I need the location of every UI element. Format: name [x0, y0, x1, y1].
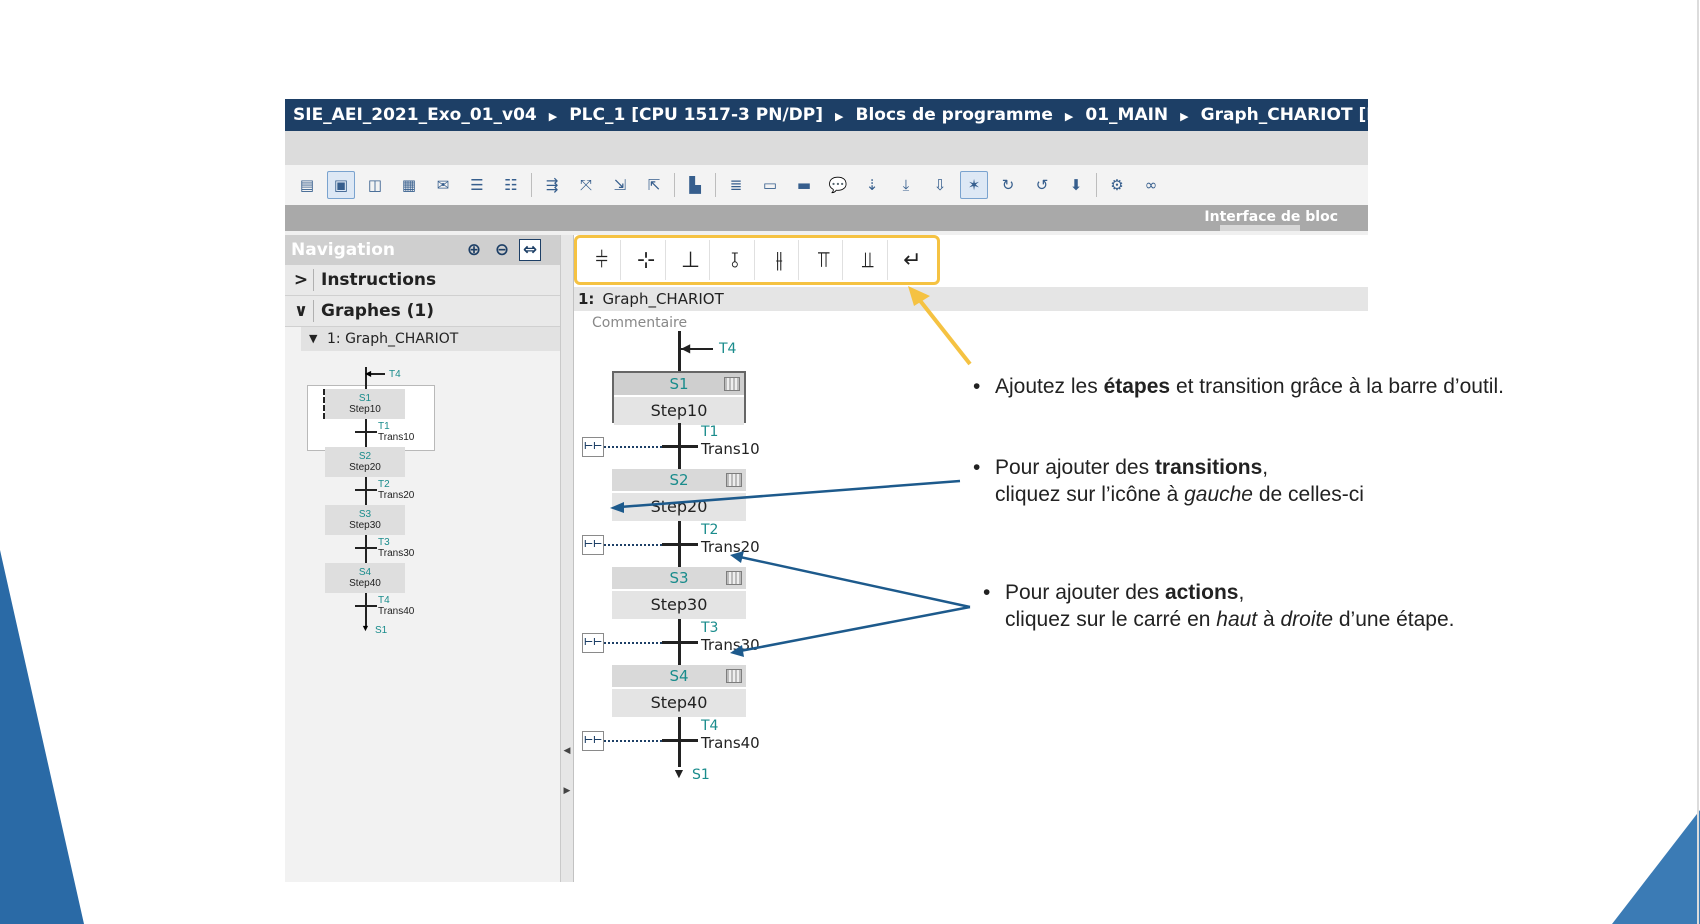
block-interface-label: Interface de bloc — [1204, 209, 1338, 225]
zoom-out-icon[interactable]: ⊖ — [491, 239, 513, 261]
graph-name: Graph_CHARIOT — [602, 290, 724, 308]
glasses-icon[interactable]: ∞ — [1137, 171, 1165, 199]
open-all-icon[interactable]: ⇲ — [606, 171, 634, 199]
star-icon[interactable]: ✶ — [960, 171, 988, 199]
chevron-down-icon[interactable]: ∨ — [291, 296, 311, 326]
download-icon[interactable]: ⤓ — [892, 171, 920, 199]
table-icon[interactable]: ▭ — [756, 171, 784, 199]
mini-step[interactable]: S4 Step40 — [325, 563, 405, 593]
graph-editor: ⫩ ⊹ ⊥ ⫱ ⫲ ⫪ ⫫ ↵ 1: Graph_CHARIOT Commenta… — [574, 235, 1368, 882]
graph-title-bar[interactable]: 1: Graph_CHARIOT — [574, 287, 1368, 311]
navigation-panel: Navigation ⊕ ⊖ ⇔ > Instructions permanen… — [285, 235, 561, 882]
mini-step[interactable]: S3 Step30 — [325, 505, 405, 535]
rows-icon[interactable]: ▬ — [790, 171, 818, 199]
transition-condition-icon[interactable]: ⊢⊢ — [582, 633, 604, 653]
close-all-icon[interactable]: ⇱ — [640, 171, 668, 199]
chevron-right-icon[interactable]: > — [291, 265, 311, 295]
transition-condition-icon[interactable]: ⊢⊢ — [582, 437, 604, 457]
action-table-icon[interactable] — [726, 571, 742, 585]
monitor-icon[interactable]: ⬇ — [1062, 171, 1090, 199]
action-table-icon[interactable] — [726, 669, 742, 683]
branch-end-icon[interactable]: ⫱ — [716, 240, 755, 280]
triangle-down-icon[interactable]: ▼ — [309, 327, 317, 351]
permanent-icon[interactable]: ▦ — [395, 171, 423, 199]
corner-left-shape — [0, 550, 84, 924]
breadcrumb-plc[interactable]: PLC_1 [CPU 1517-3 PN/DP] — [561, 105, 823, 125]
corner-right-shape — [1612, 810, 1700, 924]
jump-icon[interactable]: ⊥ — [672, 240, 711, 280]
chevron-right-icon: ▶ — [548, 110, 558, 123]
breadcrumb-main[interactable]: 01_MAIN — [1077, 105, 1168, 125]
breadcrumb-blocks[interactable]: Blocs de programme — [847, 105, 1052, 125]
graph-toolbar: ⫩ ⊹ ⊥ ⫱ ⫲ ⫪ ⫫ ↵ — [574, 235, 940, 285]
arrow-left-icon: ◀ — [681, 341, 691, 355]
network-delete-icon[interactable]: ☷ — [497, 171, 525, 199]
splitter-handle[interactable] — [1220, 225, 1300, 231]
zoom-in-icon[interactable]: ⊕ — [463, 239, 485, 261]
chevron-right-icon: ▶ — [835, 110, 844, 123]
close-branch-icon[interactable]: ⫪ — [805, 240, 844, 280]
return-icon[interactable]: ↵ — [894, 240, 931, 280]
mini-entry-label: T4 — [389, 369, 401, 380]
fit-width-icon[interactable]: ⇔ — [519, 239, 541, 261]
favorites-icon[interactable]: ▙ — [681, 171, 709, 199]
collapse-right-icon[interactable]: ▶ — [561, 785, 573, 796]
single-step-icon[interactable]: ◫ — [361, 171, 389, 199]
step-icon[interactable]: ⊹ — [627, 240, 666, 280]
view-icon[interactable]: ▣ — [327, 171, 355, 199]
cross-ref-delete-icon[interactable]: ↺ — [1028, 171, 1056, 199]
chevron-right-icon: ▶ — [1064, 110, 1074, 123]
note-transitions: • Pour ajouter des transitions, cliquez s… — [973, 456, 1364, 506]
step-transition-icon[interactable]: ⫩ — [583, 240, 622, 280]
graph-number: 1: — [578, 290, 595, 308]
action-table-icon[interactable] — [726, 473, 742, 487]
cross-ref-icon[interactable]: ↻ — [994, 171, 1022, 199]
interface-icon[interactable]: ▤ — [293, 171, 321, 199]
graph-step[interactable]: S4 Step40 — [612, 665, 746, 717]
entry-transition-label: T4 — [719, 341, 737, 357]
action-table-icon[interactable] — [724, 377, 740, 391]
mini-step[interactable]: S1 Step10 — [325, 389, 405, 419]
simultaneous-branch-icon[interactable]: ⫲ — [761, 240, 799, 280]
breadcrumb-block[interactable]: Graph_CHARIOT [FB1] — [1193, 105, 1368, 125]
note-steps: • Ajoutez les étapes et transition grâce … — [973, 375, 1504, 398]
network-insert-icon[interactable]: ☰ — [463, 171, 491, 199]
collapse-left-icon[interactable]: ◀ — [561, 745, 573, 756]
comment-icon[interactable]: 💬 — [824, 171, 852, 199]
nav-graph-item-label: 1: Graph_CHARIOT — [327, 331, 459, 347]
navigation-title: Navigation — [291, 240, 395, 260]
graph-step[interactable]: S2 Step20 — [612, 469, 746, 521]
nav-graphs[interactable]: ∨ Graphes (1) — [285, 296, 560, 327]
note-actions: • Pour ajouter des actions, cliquez sur l… — [983, 581, 1455, 631]
editor-header-area — [285, 131, 1368, 166]
mini-step[interactable]: S2 Step20 — [325, 447, 405, 477]
list-icon[interactable]: ≣ — [722, 171, 750, 199]
graph-step-initial[interactable]: S1 Step10 — [612, 371, 746, 425]
block-interface-bar[interactable]: Interface de bloc — [285, 205, 1368, 231]
nav-permanent-instructions[interactable]: > Instructions permanente... — [285, 265, 560, 320]
panel-splitter[interactable]: ◀ ▶ — [561, 235, 574, 882]
alarm-icon[interactable]: ✉ — [429, 171, 457, 199]
breadcrumb: SIE_AEI_2021_Exo_01_v04 ▶ PLC_1 [CPU 1517-… — [285, 99, 1368, 131]
editor-toolbar: ▤ ▣ ◫ ▦ ✉ ☰ ☷ ⇶ ⤧ ⇲ ⇱ ▙ ≣ ▭ ▬ 💬 ⇣ ⤓ ⇩ ✶ … — [285, 165, 1368, 205]
go-to-icon[interactable]: ⇣ — [858, 171, 886, 199]
transition-condition-icon[interactable]: ⊢⊢ — [582, 535, 604, 555]
delete-row-icon[interactable]: ⤧ — [572, 171, 600, 199]
insert-row-icon[interactable]: ⇶ — [538, 171, 566, 199]
transition-condition-icon[interactable]: ⊢⊢ — [582, 731, 604, 751]
upload-icon[interactable]: ⇩ — [926, 171, 954, 199]
mini-graph-overview[interactable]: ◀ T4 S1 Step10 T1 Trans10 S2 Step20 T2 Trans… — [285, 367, 560, 717]
graph-comment[interactable]: Commentaire — [592, 315, 687, 331]
alternative-branch-icon[interactable]: ⫫ — [849, 240, 888, 280]
navigation-header: Navigation ⊕ ⊖ ⇔ — [285, 235, 560, 265]
breadcrumb-project[interactable]: SIE_AEI_2021_Exo_01_v04 — [285, 105, 537, 125]
nav-graph-item[interactable]: ▼ 1: Graph_CHARIOT — [301, 327, 560, 351]
graph-step[interactable]: S3 Step30 — [612, 567, 746, 619]
settings-icon[interactable]: ⚙ — [1103, 171, 1131, 199]
exit-step-label: S1 — [692, 767, 710, 783]
nav-graphs-label: Graphes (1) — [321, 301, 435, 321]
arrow-down-icon: ▼ — [672, 765, 686, 781]
mini-exit-label: S1 — [375, 625, 388, 636]
chevron-right-icon: ▶ — [1180, 110, 1189, 123]
